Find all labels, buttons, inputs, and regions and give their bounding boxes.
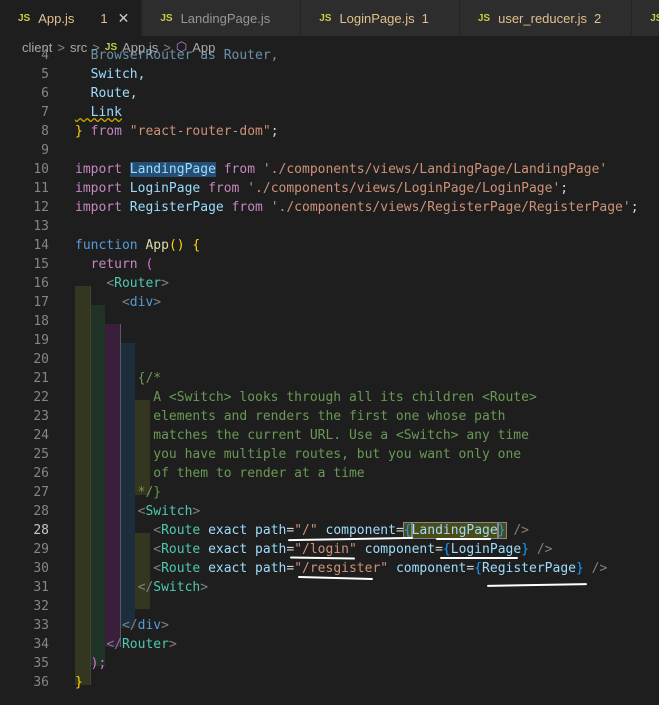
js-file-icon: JS (160, 12, 173, 24)
tab-label: LoginPage.js (339, 10, 415, 26)
tab-label: LandingPage.js (180, 10, 271, 26)
line-number: 36 (33, 675, 49, 690)
tab-landingpage-js[interactable]: JS LandingPage.js (142, 0, 302, 36)
line-number: 33 (33, 618, 49, 633)
code-line: you have multiple routes, but you want o… (153, 447, 522, 462)
editor-tab-bar: JS App.js 1 ✕ JS LandingPage.js JS Login… (0, 0, 659, 36)
code-line: Route, (75, 86, 138, 101)
code-line: matches the current URL. Use a <Switch> … (153, 428, 529, 443)
tab-label: user_reducer.js (498, 10, 587, 26)
line-number: 15 (33, 257, 49, 272)
code-line: </div> (121, 618, 169, 633)
line-number: 26 (33, 466, 49, 481)
code-line: A <Switch> looks through all its childre… (153, 390, 537, 405)
js-file-icon: JS (18, 12, 31, 24)
code-line: {/* (137, 371, 162, 386)
line-number: 4 (41, 48, 49, 63)
annotation-underline (436, 538, 491, 540)
line-number: 22 (33, 390, 49, 405)
tab-user-reducer-js[interactable]: JS user_reducer.js 2 (459, 0, 633, 36)
line-number: 20 (33, 352, 49, 367)
code-line: <div> (121, 295, 162, 310)
code-line: <Route exact path="/resgister" component… (153, 561, 608, 576)
tab-label: App.js (38, 10, 75, 26)
annotation-underline (440, 557, 518, 559)
js-file-icon: JS (477, 12, 491, 24)
code-line: Link (75, 105, 122, 120)
code-line: ); (90, 656, 107, 671)
line-number: 30 (33, 561, 49, 576)
line-number: 35 (33, 656, 49, 671)
code-line: <Switch> (137, 504, 201, 519)
line-number: 10 (33, 162, 49, 177)
code-line: import RegisterPage from './components/v… (75, 200, 639, 215)
tab-app-js[interactable]: JS App.js 1 ✕ (0, 0, 143, 36)
line-number: 27 (33, 485, 49, 500)
line-number: 16 (33, 276, 49, 291)
code-line: function App() { (75, 238, 201, 253)
code-editor[interactable]: 4 BrowserRouter as Router, 5 Switch, 6 R… (0, 46, 659, 705)
line-number: 32 (33, 599, 49, 614)
line-number: 25 (33, 447, 49, 462)
code-line: </Switch> (137, 580, 209, 595)
code-line: import LoginPage from './components/view… (75, 181, 569, 196)
code-line: elements and renders the first one whose… (153, 409, 506, 424)
line-number: 17 (33, 295, 49, 310)
js-file-icon: JS (319, 12, 332, 24)
js-file-icon: JS (650, 12, 659, 24)
line-number: 18 (33, 314, 49, 329)
line-number: 31 (33, 580, 49, 595)
code-line: </Router> (106, 637, 177, 652)
code-line: } from "react-router-dom"; (75, 124, 279, 139)
problem-count-badge: 2 (593, 10, 602, 26)
line-number-current: 28 (33, 523, 49, 538)
code-line: return ( (90, 257, 154, 272)
line-number: 5 (41, 67, 49, 82)
line-number: 11 (33, 181, 49, 196)
tab-loginpage-js[interactable]: JS LoginPage.js 1 (301, 0, 460, 36)
tab-user-actions-js[interactable]: JS user_actio (632, 0, 659, 36)
line-number: 7 (41, 105, 49, 120)
close-icon[interactable]: ✕ (118, 10, 130, 27)
line-number: 34 (33, 637, 49, 652)
line-number: 24 (33, 428, 49, 443)
code-line: } (75, 675, 83, 690)
problem-count-badge: 1 (421, 10, 429, 26)
line-number: 12 (33, 200, 49, 215)
line-number: 14 (33, 238, 49, 253)
problem-count-badge: 1 (100, 10, 108, 26)
code-line: <Router> (106, 276, 169, 291)
line-number: 9 (41, 143, 49, 158)
line-number: 28 (33, 504, 49, 519)
line-number: 6 (41, 86, 49, 101)
code-line: */} (137, 485, 162, 500)
line-number: 29 (33, 542, 49, 557)
line-number: 8 (41, 124, 49, 139)
line-number: 13 (33, 219, 49, 234)
code-line: BrowserRouter as Router, (75, 48, 279, 63)
line-number: 19 (33, 333, 49, 348)
line-number: 23 (33, 409, 49, 424)
code-line: of them to render at a time (153, 466, 365, 481)
code-line: import LandingPage from './components/vi… (75, 162, 608, 177)
code-line: Switch, (75, 67, 146, 82)
line-number: 21 (33, 371, 49, 386)
